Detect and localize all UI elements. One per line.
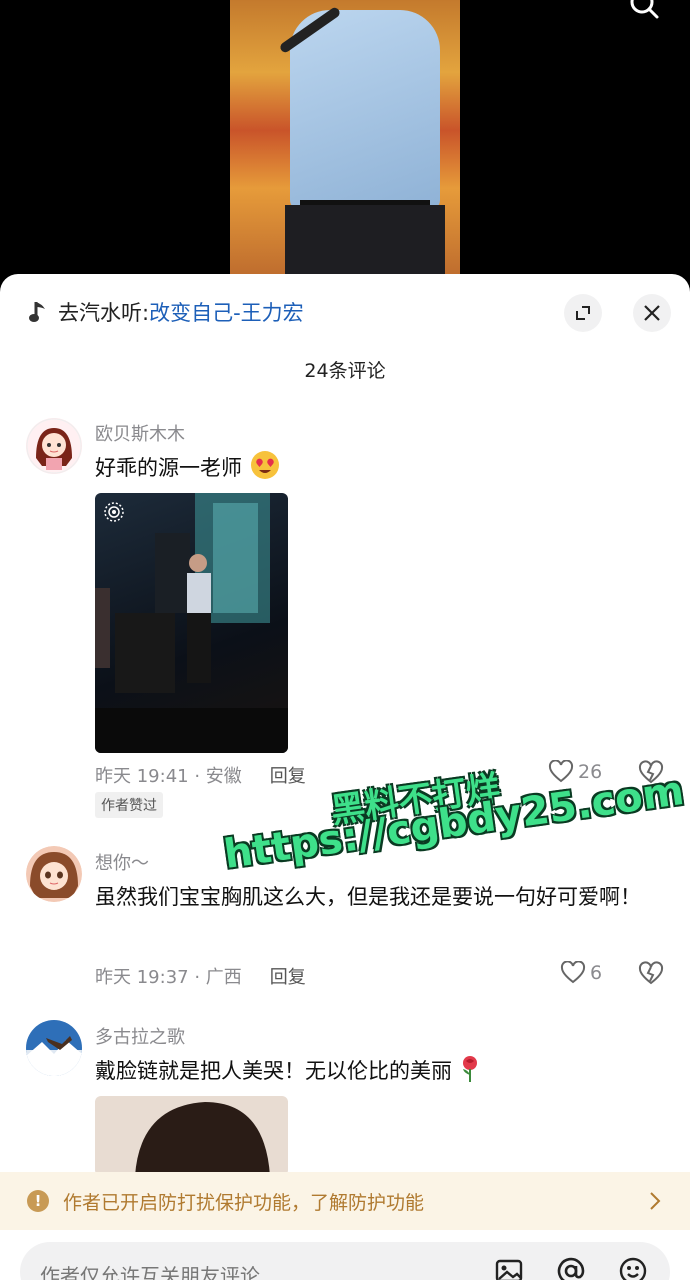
comment-time-location: 昨天 19:41 · 安徽 bbox=[95, 766, 242, 787]
comment-sheet: 去汽水听: 改变自己-王力宏 24条评论 欧贝斯木木 好乖的源一老师 昨天 19… bbox=[0, 274, 690, 1280]
close-icon bbox=[644, 305, 660, 321]
collapse-icon bbox=[576, 306, 590, 320]
comment-input-placeholder: 作者仅允许互关朋友评论 bbox=[40, 1264, 260, 1280]
comment-meta: 昨天 19:41 · 安徽 回复 bbox=[95, 762, 306, 788]
broken-heart-icon[interactable] bbox=[638, 961, 664, 987]
comment-time-location: 昨天 19:37 · 广西 bbox=[95, 967, 242, 988]
protection-notice[interactable]: ! 作者已开启防打扰保护功能，了解防护功能 bbox=[0, 1172, 690, 1230]
at-mention-icon[interactable] bbox=[556, 1256, 586, 1280]
music-note-icon bbox=[29, 302, 45, 322]
video-frame bbox=[230, 0, 460, 290]
search-icon[interactable] bbox=[628, 0, 660, 20]
rose-icon bbox=[462, 1056, 477, 1082]
reply-button[interactable]: 回复 bbox=[270, 762, 306, 788]
music-link[interactable]: 去汽水听: 改变自己-王力宏 bbox=[28, 296, 304, 328]
comment-username[interactable]: 欧贝斯木木 bbox=[95, 420, 185, 446]
like-button[interactable]: 6 bbox=[560, 961, 602, 985]
comment-image[interactable] bbox=[95, 1096, 288, 1176]
comment-meta: 昨天 19:37 · 广西 回复 bbox=[95, 963, 306, 989]
comment-text: 虽然我们宝宝胸肌这么大，但是我还是要说一句好可爱啊！ bbox=[95, 885, 641, 909]
comment-text: 戴脸链就是把人美哭！无以伦比的美丽 bbox=[95, 1051, 665, 1091]
comment-text: 好乖的源一老师 bbox=[95, 448, 665, 488]
comment-username[interactable]: 想你～ bbox=[95, 849, 149, 875]
comment-image[interactable] bbox=[95, 493, 288, 753]
like-button[interactable]: 26 bbox=[548, 760, 602, 784]
comment-username[interactable]: 多古拉之歌 bbox=[95, 1023, 185, 1049]
fullscreen-button[interactable] bbox=[564, 294, 602, 332]
music-song-title[interactable]: 改变自己-王力宏 bbox=[149, 297, 304, 327]
image-icon[interactable] bbox=[494, 1256, 524, 1280]
close-button[interactable] bbox=[633, 294, 671, 332]
chevron-right-icon bbox=[650, 1192, 661, 1210]
avatar[interactable] bbox=[26, 418, 82, 474]
info-icon: ! bbox=[27, 1190, 49, 1212]
avatar[interactable] bbox=[26, 846, 82, 902]
like-count: 6 bbox=[590, 962, 603, 984]
avatar[interactable] bbox=[26, 1020, 82, 1076]
music-prefix: 去汽水听: bbox=[58, 301, 150, 325]
protection-notice-text: 作者已开启防打扰保护功能，了解防护功能 bbox=[63, 1191, 425, 1214]
comment-input[interactable]: 作者仅允许互关朋友评论 bbox=[20, 1242, 670, 1280]
heart-eyes-emoji-icon bbox=[250, 451, 279, 479]
emoji-icon[interactable] bbox=[618, 1256, 648, 1280]
reply-button[interactable]: 回复 bbox=[270, 963, 306, 989]
heart-icon bbox=[560, 961, 586, 984]
comment-count: 24条评论 bbox=[304, 360, 386, 382]
video-player[interactable] bbox=[0, 0, 690, 290]
live-photo-icon bbox=[104, 502, 124, 522]
author-liked-badge: 作者赞过 bbox=[95, 792, 163, 818]
heart-icon bbox=[548, 760, 574, 783]
broken-heart-icon[interactable] bbox=[638, 760, 664, 786]
like-count: 26 bbox=[578, 761, 603, 783]
